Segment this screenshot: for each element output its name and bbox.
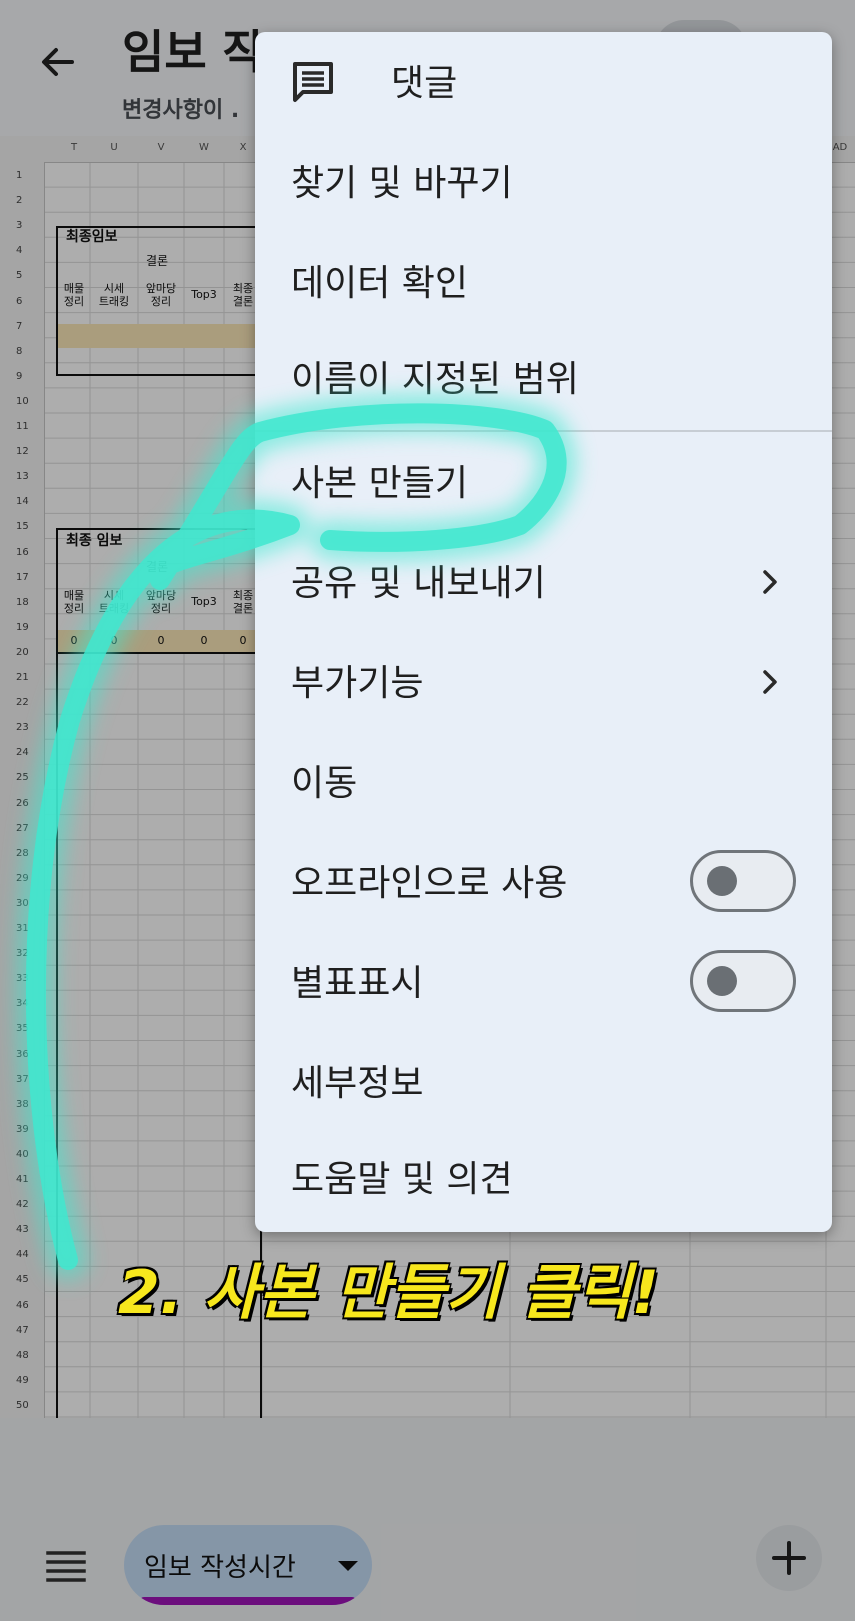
spreadsheet-app: 임보 작 변경사항이 . T U V W X AD 1 2 3 4 5 6 7 …: [0, 0, 855, 1621]
menu-item-help-feedback[interactable]: 도움말 및 의견: [255, 1128, 832, 1228]
menu-item-offline[interactable]: 오프라인으로 사용: [255, 832, 832, 932]
menu-item-label: 세부정보: [291, 1063, 424, 1104]
toggle-knob: [707, 966, 737, 996]
menu-item-label: 오프라인으로 사용: [291, 863, 568, 904]
menu-item-data-validation[interactable]: 데이터 확인: [255, 232, 832, 332]
menu-item-label: 댓글: [391, 63, 458, 104]
menu-item-find-replace[interactable]: 찾기 및 바꾸기: [255, 132, 832, 232]
menu-item-label: 데이터 확인: [291, 263, 469, 304]
menu-item-label: 이름이 지정된 범위: [291, 359, 579, 400]
menu-item-share-export[interactable]: 공유 및 내보내기: [255, 532, 832, 632]
menu-item-label: 이동: [291, 763, 358, 804]
chevron-right-icon: [763, 670, 777, 694]
menu-item-move[interactable]: 이동: [255, 732, 832, 832]
star-toggle[interactable]: [690, 950, 796, 1012]
toggle-knob: [707, 866, 737, 896]
menu-item-label: 별표표시: [291, 963, 424, 1004]
menu-item-label: 찾기 및 바꾸기: [291, 163, 513, 204]
overflow-menu: 댓글 찾기 및 바꾸기 데이터 확인 이름이 지정된 범위 사본 만들기 공유 …: [255, 32, 832, 1232]
menu-item-named-ranges[interactable]: 이름이 지정된 범위: [255, 328, 832, 428]
offline-toggle[interactable]: [690, 850, 796, 912]
menu-item-label: 부가기능: [291, 663, 424, 704]
menu-item-label: 사본 만들기: [291, 463, 469, 504]
menu-item-make-copy[interactable]: 사본 만들기: [255, 432, 832, 532]
menu-item-star[interactable]: 별표표시: [255, 932, 832, 1032]
menu-item-label: 도움말 및 의견: [291, 1159, 513, 1200]
menu-item-label: 공유 및 내보내기: [291, 563, 546, 604]
menu-item-comment[interactable]: 댓글: [255, 32, 832, 132]
instruction-caption: 2. 사본 만들기 클릭!: [118, 1258, 659, 1328]
menu-item-addons[interactable]: 부가기능: [255, 632, 832, 732]
comment-icon: [293, 62, 333, 102]
chevron-right-icon: [763, 570, 777, 594]
menu-item-details[interactable]: 세부정보: [255, 1032, 832, 1132]
